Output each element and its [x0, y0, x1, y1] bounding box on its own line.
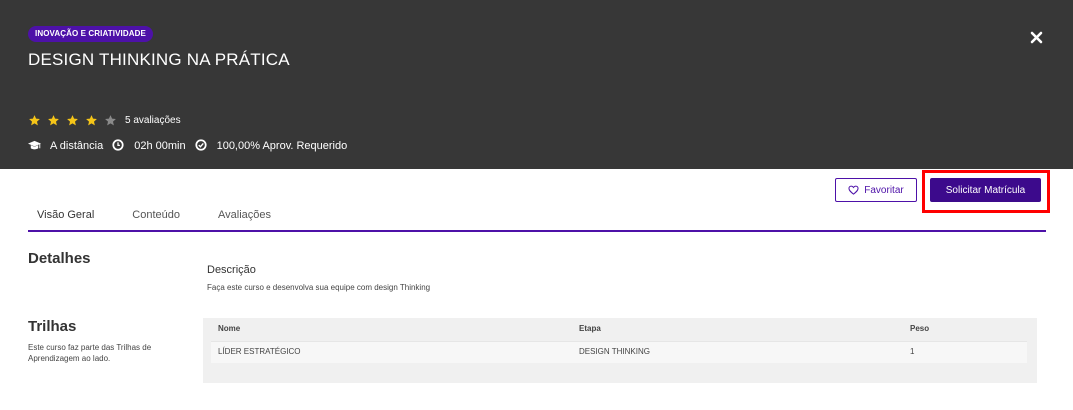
column-header-nome: Nome: [218, 324, 241, 333]
star-icon: [28, 114, 41, 127]
details-title: Detalhes: [28, 250, 91, 267]
tab-content[interactable]: Conteúdo: [123, 208, 189, 224]
course-approval: 100,00% Aprov. Requerido: [216, 139, 348, 152]
cell-etapa: DESIGN THINKING: [579, 347, 650, 356]
course-meta: A distância 02h 00min 100,00% Aprov. Req…: [28, 138, 356, 153]
favorite-button[interactable]: Favoritar: [835, 178, 917, 202]
category-badge: INOVAÇÃO E CRIATIVIDADE: [28, 26, 153, 42]
clock-icon: [112, 139, 125, 152]
course-modality: A distância: [50, 139, 104, 152]
cell-nome: LÍDER ESTRATÉGICO: [218, 347, 301, 356]
course-duration: 02h 00min: [134, 139, 186, 152]
star-icon: [66, 114, 79, 127]
heart-icon: [848, 185, 859, 195]
check-circle-icon: [195, 139, 208, 152]
description-text: Faça este curso e desenvolva sua equipe …: [207, 283, 431, 292]
enroll-button[interactable]: Solicitar Matrícula: [930, 178, 1041, 202]
graduation-cap-icon: [28, 139, 41, 152]
trilhas-title: Trilhas: [28, 318, 77, 335]
star-icon: [85, 114, 98, 127]
tab-reviews[interactable]: Avaliações: [209, 208, 280, 224]
tab-bar: Visão Geral Conteúdo Avaliações: [28, 208, 300, 232]
tab-overview[interactable]: Visão Geral: [28, 208, 103, 224]
course-header: INOVAÇÃO E CRIATIVIDADE DESIGN THINKING …: [0, 0, 1073, 169]
description-label: Descrição: [207, 264, 256, 276]
star-icon: [104, 114, 117, 127]
course-title: DESIGN THINKING NA PRÁTICA: [28, 50, 290, 69]
trilhas-note: Este curso faz parte das Trilhas de Apre…: [28, 343, 152, 363]
star-icon: [47, 114, 60, 127]
rating-count: 5 avaliações: [125, 115, 181, 126]
tab-underline: [28, 230, 1046, 232]
cell-peso: 1: [910, 347, 915, 356]
close-icon[interactable]: [1029, 30, 1044, 45]
star-rating: 5 avaliações: [28, 113, 181, 128]
favorite-label: Favoritar: [864, 184, 904, 196]
column-header-peso: Peso: [910, 324, 930, 333]
column-header-etapa: Etapa: [579, 324, 601, 333]
